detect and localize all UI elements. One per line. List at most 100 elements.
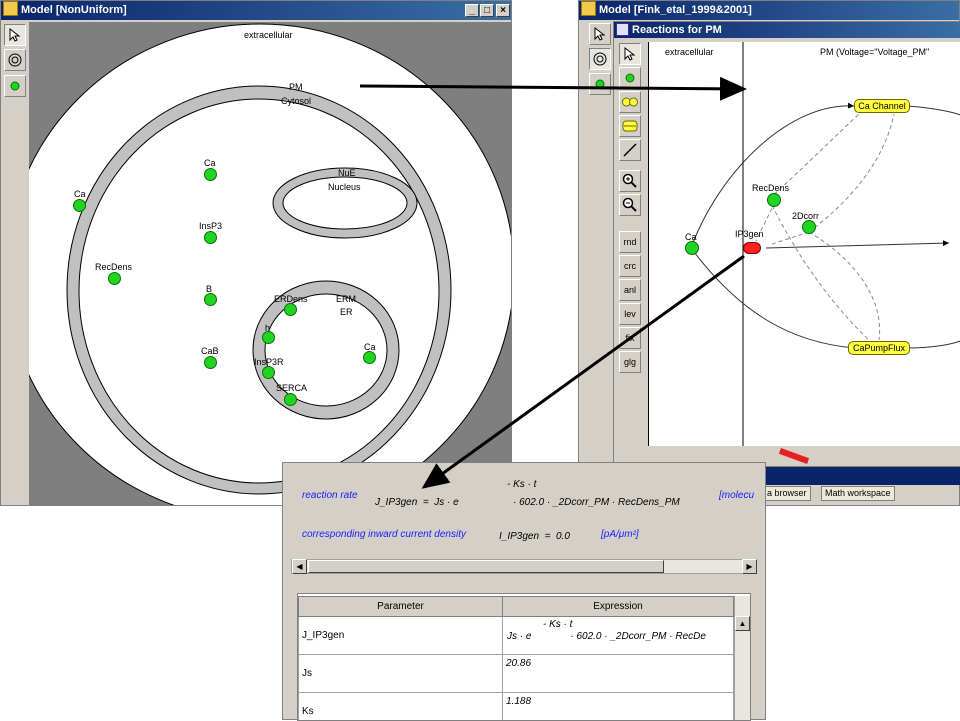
reaction-species-tool-button[interactable] [619, 67, 641, 89]
reactions-window: Reactions for PM rnd [613, 21, 960, 467]
minimize-button[interactable]: _ [465, 4, 479, 17]
species-label-recdens: RecDens [95, 262, 132, 272]
expression-column-header[interactable]: Expression [503, 597, 734, 617]
parameter-cell[interactable]: Ks [299, 693, 503, 721]
species-ca-extracellular[interactable] [73, 199, 86, 212]
expression-cell[interactable]: - Ks · t Js · e · 602.0 · _2Dcorr_PM · R… [503, 617, 734, 655]
layout-annealing-button[interactable]: anl [619, 279, 641, 301]
table-row[interactable]: Js 20.86 [299, 655, 734, 693]
reaction-select-tool-button[interactable] [619, 43, 641, 65]
parameter-table-container: Parameter Expression J_IP3gen - Ks · t J… [297, 593, 751, 721]
rate-units-label: [molecu [719, 490, 754, 501]
scroll-thumb[interactable] [308, 560, 664, 573]
label-nucleus: Nucleus [328, 182, 361, 192]
fink-model-window: Model [Fink_etal_1999&2001] Reactions fo… [578, 0, 960, 506]
region-label-extracellular: extracellular [665, 47, 714, 57]
species-ca[interactable] [685, 241, 699, 255]
equation-hscrollbar[interactable]: ◀ ▶ [291, 559, 757, 574]
reaction-ip3gen[interactable] [743, 242, 761, 254]
green-dot-icon [595, 79, 605, 89]
math-workspace-tab-button[interactable]: Math workspace [821, 486, 895, 501]
reaction-tool-button[interactable] [619, 115, 641, 137]
label-pm: PM [289, 82, 303, 92]
species-insp3r[interactable] [262, 366, 275, 379]
zoom-in-button[interactable] [619, 170, 641, 192]
reaction-ca-channel[interactable]: Ca Channel [854, 99, 910, 113]
left-window-title: Model [NonUniform] [21, 4, 127, 16]
parameter-name: Js [302, 668, 312, 679]
table-vscrollbar[interactable]: ▲ [734, 596, 751, 720]
species-recdens-pm[interactable] [767, 193, 781, 207]
species-h[interactable] [262, 331, 275, 344]
reactions-window-icon [616, 23, 629, 36]
close-button[interactable]: × [496, 4, 510, 17]
expression-cell[interactable]: 20.86 [503, 655, 734, 693]
right-window-title: Model [Fink_etal_1999&2001] [599, 4, 752, 16]
select-tool-button[interactable] [4, 24, 26, 46]
region-label-pm: PM (Voltage="Voltage_PM" [820, 47, 929, 57]
green-dot-icon [10, 81, 20, 91]
scroll-right-button[interactable]: ▶ [742, 559, 757, 574]
flux-icon [622, 96, 638, 108]
table-scroll-up-button[interactable]: ▲ [735, 616, 750, 631]
species-tool-button[interactable] [4, 75, 26, 97]
species-label-cab: CaB [201, 346, 219, 356]
cytosol-region[interactable] [79, 99, 439, 483]
layout-glg-button[interactable]: glg [619, 351, 641, 373]
reactions-toolbar: rnd crc anl lev fix glg [616, 42, 644, 412]
reaction-capumpflux[interactable]: CaPumpFlux [848, 341, 910, 355]
line-tool-button[interactable] [619, 139, 641, 161]
compartment-tool-button[interactable] [4, 49, 26, 71]
parameter-column-header[interactable]: Parameter [299, 597, 503, 617]
scroll-left-button[interactable]: ◀ [292, 559, 307, 574]
expression-cell[interactable]: 1.188 [503, 693, 734, 721]
line-icon [623, 143, 637, 157]
species-b[interactable] [204, 293, 217, 306]
species-ca-cytosol[interactable] [204, 168, 217, 181]
zoom-in-icon [622, 173, 638, 189]
current-density-label: corresponding inward current density [302, 529, 466, 540]
species-serca[interactable] [284, 393, 297, 406]
left-canvas[interactable]: extracellular PM Cytosol NuE Nucleus ERM… [29, 22, 511, 505]
concentric-circles-icon [593, 52, 607, 66]
species-2dcorr[interactable] [802, 220, 816, 234]
parameter-table: Parameter Expression J_IP3gen - Ks · t J… [298, 596, 734, 721]
species-label-serca: SERCA [276, 383, 307, 393]
species-recdens[interactable] [108, 272, 121, 285]
zoom-out-button[interactable] [619, 194, 641, 216]
species-insp3[interactable] [204, 231, 217, 244]
outer-species-tool-button[interactable] [589, 73, 611, 95]
layout-circle-button[interactable]: crc [619, 255, 641, 277]
reactions-titlebar[interactable]: Reactions for PM [614, 22, 960, 38]
layout-random-button[interactable]: rnd [619, 231, 641, 253]
left-window-titlebar[interactable]: Model [NonUniform] [1, 1, 511, 20]
layout-level-button[interactable]: lev [619, 303, 641, 325]
flux-tool-button[interactable] [619, 91, 641, 113]
arrow-cursor-icon [9, 28, 21, 42]
data-browser-tab-button[interactable]: a browser [763, 486, 811, 501]
rate-equation-lhs: J_IP3gen = Js · e [375, 497, 459, 508]
layout-fix-button[interactable]: fix [619, 327, 641, 349]
table-row[interactable]: J_IP3gen - Ks · t Js · e · 602.0 · _2Dco… [299, 617, 734, 655]
species-label-recdens-pm: RecDens [752, 183, 789, 193]
parameter-cell[interactable]: Js [299, 655, 503, 693]
reaction-label-ip3gen: IP3gen [735, 229, 764, 239]
parameter-cell[interactable]: J_IP3gen [299, 617, 503, 655]
current-equation: I_IP3gen = 0.0 [499, 531, 570, 542]
reaction-canvas[interactable]: extracellular PM (Voltage="Voltage_PM" C… [648, 42, 960, 446]
label-extracellular: extracellular [244, 30, 293, 40]
right-outer-toolbar [587, 23, 613, 103]
outer-select-tool-button[interactable] [589, 23, 611, 45]
right-window-titlebar[interactable]: Model [Fink_etal_1999&2001] [579, 1, 959, 20]
table-row[interactable]: Ks 1.188 [299, 693, 734, 721]
expression-exponent: - Ks · t [507, 619, 729, 631]
reactions-window-title: Reactions for PM [632, 24, 722, 36]
label-er: ER [340, 307, 353, 317]
nonuniform-model-window: Model [NonUniform] _ □ × extracellular P… [0, 0, 512, 506]
arrow-cursor-icon [594, 27, 606, 41]
outer-compartment-tool-button[interactable] [589, 48, 611, 70]
maximize-button[interactable]: □ [480, 4, 494, 17]
species-erdens[interactable] [284, 303, 297, 316]
species-cab[interactable] [204, 356, 217, 369]
species-ca-er[interactable] [363, 351, 376, 364]
